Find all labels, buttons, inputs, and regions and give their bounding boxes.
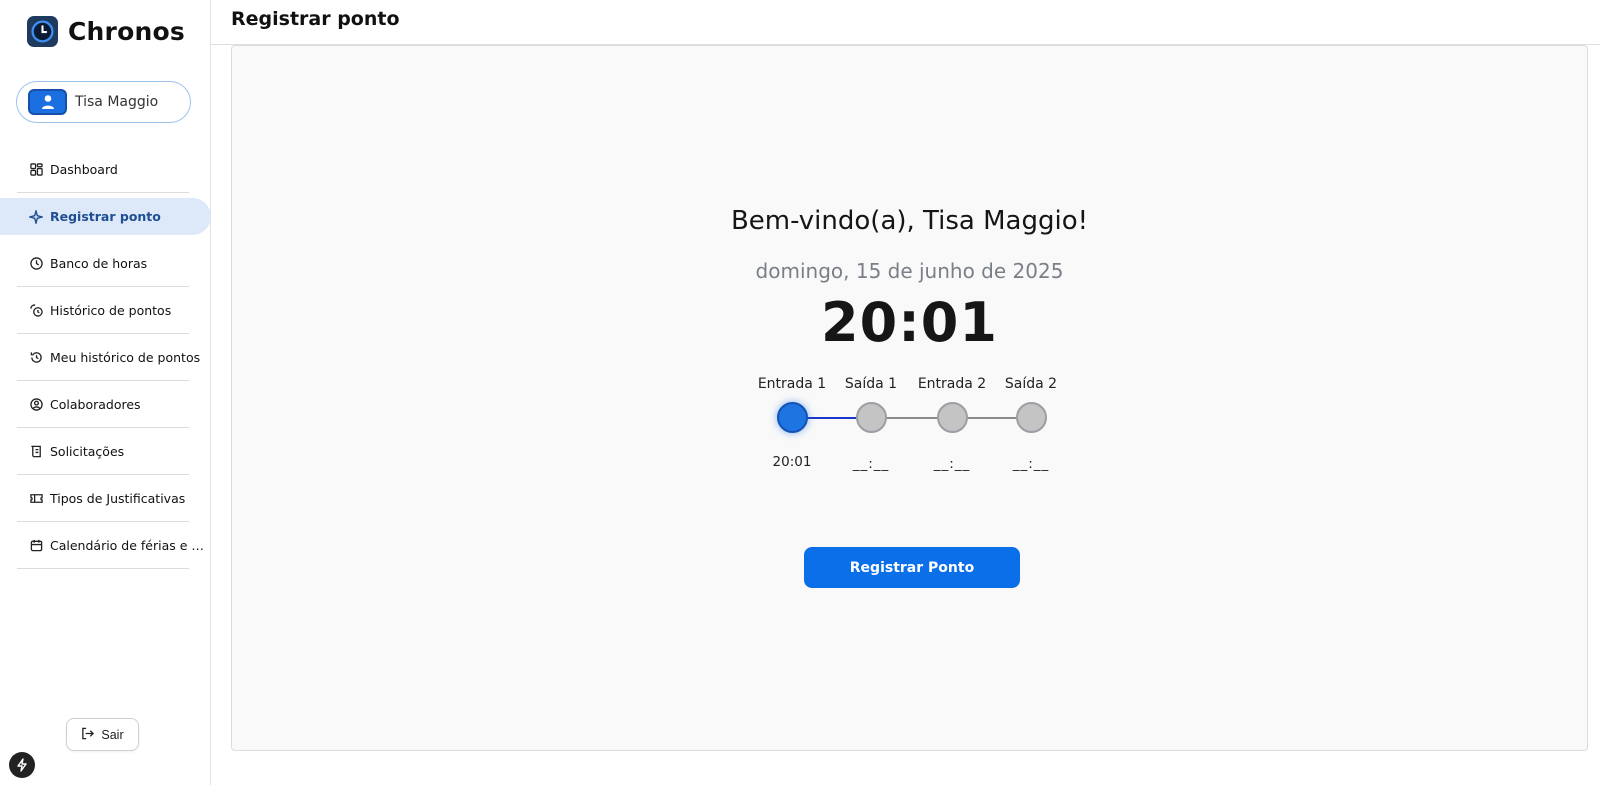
user-profile-chip[interactable]: Tisa Maggio <box>16 81 191 123</box>
step-dot-entrada-2 <box>936 402 968 433</box>
sidebar-item-label: Histórico de pontos <box>50 303 172 318</box>
sidebar-item-banco-de-horas[interactable]: Banco de horas <box>0 240 211 287</box>
ticket-icon <box>29 492 43 506</box>
history-icon <box>29 351 43 365</box>
step-label-saida-2: Saída 2 <box>1004 376 1058 392</box>
sparkle-icon <box>29 209 43 224</box>
punch-clock-card: Bem-vindo(a), Tisa Maggio! domingo, 15 d… <box>231 45 1588 751</box>
clock-icon <box>29 257 43 271</box>
sidebar-item-label: Solicitações <box>50 444 125 459</box>
register-punch-button[interactable]: Registrar Ponto <box>804 547 1020 588</box>
user-circle-icon <box>29 398 43 412</box>
sidebar-item-dashboard[interactable]: Dashboard <box>0 146 211 193</box>
sidebar-item-historico-de-pontos[interactable]: Histórico de pontos <box>0 287 211 334</box>
user-avatar-icon <box>28 89 67 115</box>
sidebar-item-label: Registrar ponto <box>50 209 161 224</box>
bolt-icon[interactable] <box>9 752 35 778</box>
logout-label: Sair <box>101 727 124 742</box>
sidebar-item-meu-historico-de-pontos[interactable]: Meu histórico de pontos <box>0 334 211 381</box>
logout-icon <box>81 727 95 743</box>
step-dot-saida-1 <box>855 402 887 433</box>
sidebar-nav: Dashboard Registrar ponto Banco de horas… <box>0 146 211 569</box>
clock-logo-icon <box>27 16 58 47</box>
grid-icon <box>29 163 43 177</box>
history-fingerprint-icon <box>29 304 43 318</box>
sidebar-item-tipos-de-justificativas[interactable]: Tipos de Justificativas <box>0 475 211 522</box>
step-time-saida-2: __:__ <box>1012 456 1050 472</box>
sidebar-item-registrar-ponto[interactable]: Registrar ponto <box>0 198 211 235</box>
punch-stepper: Entrada 1 Saída 1 Entrada 2 Saída 2 20:0… <box>232 376 1589 476</box>
scroll-icon <box>29 445 43 459</box>
user-name: Tisa Maggio <box>75 94 159 110</box>
sidebar-item-label: Dashboard <box>50 162 118 177</box>
current-time: 20:01 <box>821 291 998 354</box>
page-header: Registrar ponto <box>211 0 1600 45</box>
sidebar-item-label: Meu histórico de pontos <box>50 350 201 365</box>
calendar-icon <box>29 539 43 553</box>
sidebar-item-label: Banco de horas <box>50 256 148 271</box>
step-dot-entrada-1 <box>776 402 808 433</box>
sidebar-item-solicitacoes[interactable]: Solicitações <box>0 428 211 475</box>
sidebar-item-label: Tipos de Justificativas <box>50 491 186 506</box>
sidebar-item-calendario-de-ferias[interactable]: Calendário de férias e afastamentos <box>0 522 211 569</box>
sidebar-item-colaboradores[interactable]: Colaboradores <box>0 381 211 428</box>
welcome-message: Bem-vindo(a), Tisa Maggio! <box>730 206 1089 236</box>
sidebar: Chronos Tisa Maggio Dashboard Registrar … <box>0 0 211 785</box>
sidebar-item-label: Colaboradores <box>50 397 141 412</box>
app-logo[interactable]: Chronos <box>27 16 185 47</box>
page-title: Registrar ponto <box>231 8 400 30</box>
sidebar-item-label: Calendário de férias e afastamentos <box>50 538 208 553</box>
step-dot-saida-2 <box>1015 402 1047 433</box>
current-date: domingo, 15 de junho de 2025 <box>755 259 1064 283</box>
logout-button[interactable]: Sair <box>66 718 139 751</box>
app-name: Chronos <box>68 17 185 46</box>
